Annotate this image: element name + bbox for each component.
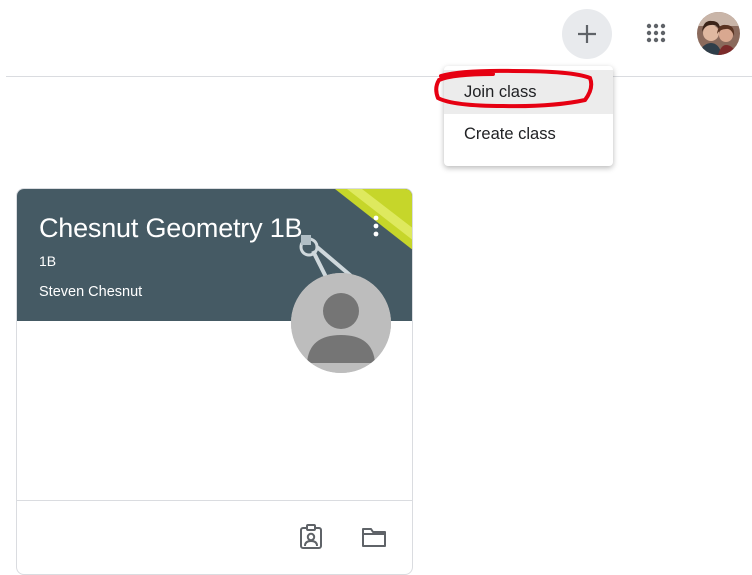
teacher-avatar	[291, 273, 391, 373]
create-class-label: Create class	[464, 124, 556, 143]
class-title[interactable]: Chesnut Geometry 1B	[39, 213, 303, 244]
class-card-footer	[17, 500, 412, 574]
more-vert-icon	[373, 215, 379, 237]
plus-icon	[578, 25, 596, 43]
apps-grid-icon	[646, 23, 666, 43]
create-join-menu: Join class Create class	[444, 66, 613, 166]
folder-icon	[362, 528, 386, 547]
join-class-label: Join class	[464, 82, 537, 101]
class-card: Chesnut Geometry 1B 1B Steven Chesnut	[16, 188, 413, 575]
user-avatar	[697, 12, 740, 55]
open-class-folder-button[interactable]	[358, 521, 390, 553]
top-app-bar	[0, 0, 752, 77]
top-bar-divider	[6, 76, 752, 77]
class-section: 1B	[39, 253, 57, 269]
class-options-button[interactable]	[363, 211, 389, 241]
assignment-ind-icon	[300, 524, 322, 549]
teacher-name[interactable]: Steven Chesnut	[39, 284, 142, 300]
create-or-join-button[interactable]	[562, 9, 612, 59]
google-apps-button[interactable]	[638, 15, 674, 51]
create-class-menu-item[interactable]: Create class	[444, 114, 613, 154]
default-profile-icon	[291, 273, 391, 373]
join-class-menu-item[interactable]: Join class	[444, 70, 613, 114]
open-your-work-button[interactable]	[295, 521, 327, 553]
account-avatar-button[interactable]	[697, 12, 740, 55]
